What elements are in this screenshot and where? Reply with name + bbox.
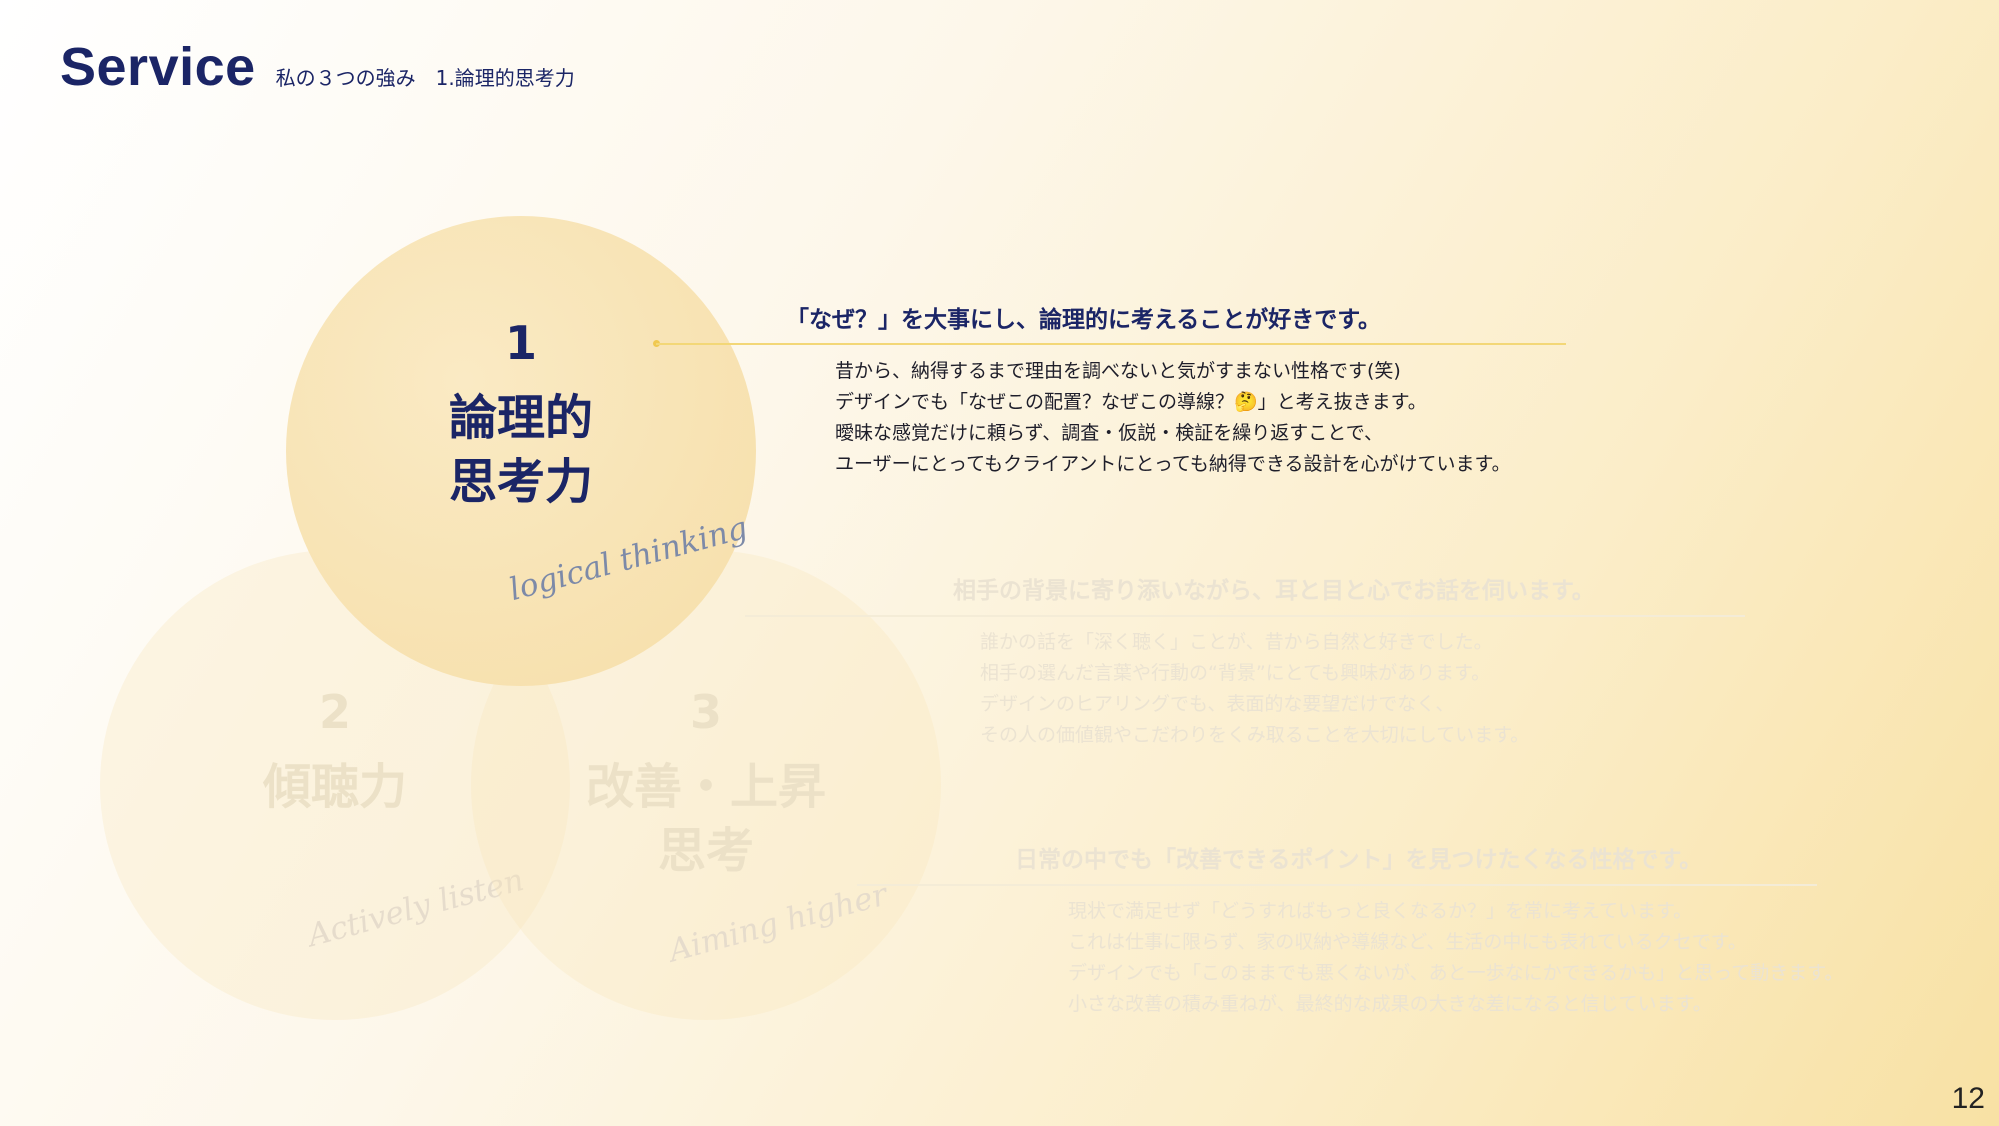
connector-line <box>857 884 1817 886</box>
description-body: 現状で満足せず「どうすればもっと良くなるか？」を常に考えています。 これは仕事に… <box>1068 896 1843 1020</box>
connector-line <box>745 615 1745 617</box>
description-heading: 日常の中でも「改善できるポイント」を見つけたくなる性格です。 <box>1015 847 1703 873</box>
circle-number: 3 <box>689 685 722 739</box>
circle-title: 改善・上昇 思考 <box>471 755 941 883</box>
description-line: これは仕事に限らず、家の収納や導線など、生活の中にも表れているクセです。 <box>1068 931 1747 953</box>
circle-title: 論理的 思考力 <box>286 386 756 514</box>
circle-script-label: Aiming higher <box>665 876 891 970</box>
description-line: デザインでも「このままでも悪くないが、あと一歩なにかできるかも」と思って動きます… <box>1068 962 1844 984</box>
circle-title-line: 思考 <box>657 823 754 879</box>
slide-title: Service <box>60 37 256 97</box>
description-heading: 相手の背景に寄り添いながら、耳と目と心でお話を伺います。 <box>953 578 1595 604</box>
description-line: デザインのヒアリングでも、表面的な要望だけでなく、 <box>980 693 1455 715</box>
slide-header: Service 私の３つの強み 1.論理的思考力 <box>60 36 575 98</box>
connector-line <box>656 343 1566 345</box>
strength-circle-1: 1 論理的 思考力 logical thinking <box>286 216 756 686</box>
description-line: 曖昧な感覚だけに頼らず、調査・仮説・検証を繰り返すことで、 <box>835 422 1383 444</box>
strength-description-3: 日常の中でも「改善できるポイント」を見つけたくなる性格です。 現状で満足せず「ど… <box>857 840 1843 1015</box>
description-line: ユーザーにとってもクライアントにとっても納得できる設計を心がけています。 <box>835 453 1511 475</box>
description-line: 現状で満足せず「どうすればもっと良くなるか？」を常に考えています。 <box>1068 900 1693 922</box>
description-body: 誰かの話を「深く聴く」ことが、昔から自然と好きでした。 相手の選んだ言葉や行動の… <box>980 627 1529 751</box>
description-line: 昔から、納得するまで理由を調べないと気がすまない性格です(笑) <box>835 360 1401 382</box>
slide-subtitle: 私の３つの強み 1.論理的思考力 <box>275 66 575 90</box>
circle-title-line: 改善・上昇 <box>585 759 826 815</box>
description-line: 誰かの話を「深く聴く」ことが、昔から自然と好きでした。 <box>980 631 1493 653</box>
strength-description-1: 「なぜ？」を大事にし、論理的に考えることが好きです。 昔から、納得するまで理由を… <box>653 300 1566 475</box>
strength-description-2: 相手の背景に寄り添いながら、耳と目と心でお話を伺います。 誰かの話を「深く聴く」… <box>745 571 1745 746</box>
circle-title-line: 思考力 <box>448 454 593 510</box>
page-number: 12 <box>1951 1082 1985 1115</box>
description-line: その人の価値観やこだわりをくみ取ることを大切にしています。 <box>980 724 1530 746</box>
description-heading: 「なぜ？」を大事にし、論理的に考えることが好きです。 <box>786 307 1382 333</box>
circle-title-line: 論理的 <box>448 390 593 446</box>
description-line: デザインでも「なぜこの配置？なぜこの導線？🤔」と考え抜きます。 <box>835 391 1427 413</box>
description-line: 相手の選んだ言葉や行動の“背景”にとても興味があります。 <box>980 662 1491 684</box>
description-line: 小さな改善の積み重ねが、最終的な成果の大きな差になると信じています。 <box>1068 993 1712 1015</box>
description-body: 昔から、納得するまで理由を調べないと気がすまない性格です(笑) デザインでも「な… <box>835 356 1511 480</box>
